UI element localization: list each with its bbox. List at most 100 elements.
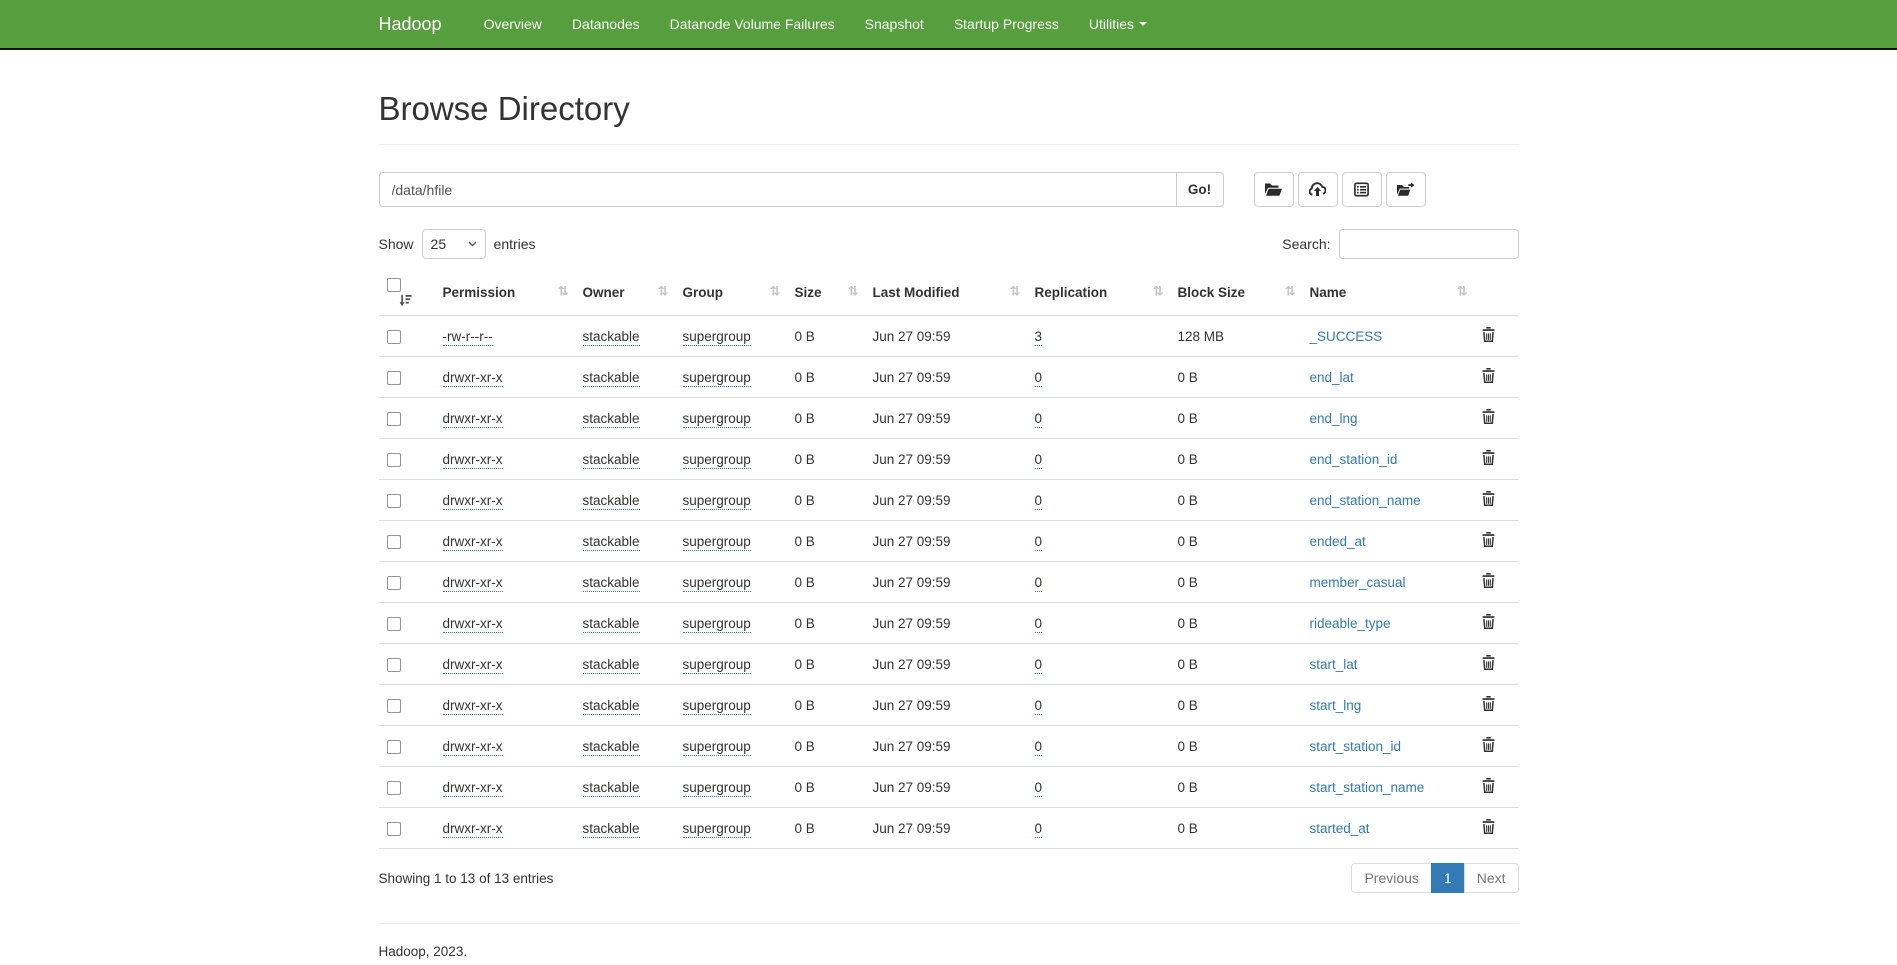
pagination-previous[interactable]: Previous	[1351, 863, 1431, 893]
column-header-last-modified[interactable]: Last Modified ⇅	[865, 269, 1027, 316]
owner-cell[interactable]: stackable	[583, 329, 640, 346]
row-checkbox[interactable]	[387, 658, 401, 672]
group-cell[interactable]: supergroup	[683, 575, 751, 592]
file-link[interactable]: start_lng	[1310, 698, 1362, 713]
replication-cell[interactable]: 0	[1035, 411, 1043, 428]
file-link[interactable]: end_lat	[1310, 370, 1354, 385]
column-header-permission[interactable]: Permission ⇅	[435, 269, 575, 316]
permission-cell[interactable]: drwxr-xr-x	[443, 411, 503, 428]
row-checkbox[interactable]	[387, 822, 401, 836]
nav-item-overview[interactable]: Overview	[469, 0, 557, 48]
owner-cell[interactable]: stackable	[583, 493, 640, 510]
delete-file-button[interactable]	[1482, 368, 1495, 386]
owner-cell[interactable]: stackable	[583, 370, 640, 387]
replication-cell[interactable]: 0	[1035, 493, 1043, 510]
group-cell[interactable]: supergroup	[683, 329, 751, 346]
delete-file-button[interactable]	[1482, 655, 1495, 673]
delete-file-button[interactable]	[1482, 450, 1495, 468]
column-header-name[interactable]: Name ⇅	[1302, 269, 1474, 316]
owner-cell[interactable]: stackable	[583, 534, 640, 551]
owner-cell[interactable]: stackable	[583, 452, 640, 469]
replication-cell[interactable]: 0	[1035, 657, 1043, 674]
delete-file-button[interactable]	[1482, 409, 1495, 427]
nav-item-snapshot[interactable]: Snapshot	[850, 0, 939, 48]
delete-file-button[interactable]	[1482, 327, 1495, 345]
file-link[interactable]: rideable_type	[1310, 616, 1391, 631]
group-cell[interactable]: supergroup	[683, 616, 751, 633]
brand-hadoop[interactable]: Hadoop	[379, 14, 457, 35]
nav-item-utilities-dropdown[interactable]: Utilities	[1074, 0, 1162, 48]
owner-cell[interactable]: stackable	[583, 821, 640, 838]
row-checkbox[interactable]	[387, 535, 401, 549]
delete-file-button[interactable]	[1482, 819, 1495, 837]
file-link[interactable]: ended_at	[1310, 534, 1366, 549]
file-link[interactable]: _SUCCESS	[1310, 329, 1383, 344]
column-header-replication[interactable]: Replication ⇅	[1027, 269, 1170, 316]
nav-item-datanodes[interactable]: Datanodes	[557, 0, 655, 48]
replication-cell[interactable]: 0	[1035, 575, 1043, 592]
file-link[interactable]: end_station_name	[1310, 493, 1421, 508]
row-checkbox[interactable]	[387, 781, 401, 795]
replication-cell[interactable]: 0	[1035, 821, 1043, 838]
column-header-select-all[interactable]	[379, 269, 435, 316]
group-cell[interactable]: supergroup	[683, 493, 751, 510]
search-input[interactable]	[1339, 229, 1519, 259]
column-header-owner[interactable]: Owner ⇅	[575, 269, 675, 316]
file-link[interactable]: started_at	[1310, 821, 1370, 836]
row-checkbox[interactable]	[387, 330, 401, 344]
group-cell[interactable]: supergroup	[683, 821, 751, 838]
row-checkbox[interactable]	[387, 494, 401, 508]
page-size-select[interactable]: 25	[422, 229, 486, 259]
upload-file-button[interactable]	[1298, 172, 1338, 207]
column-header-group[interactable]: Group ⇅	[675, 269, 787, 316]
file-link[interactable]: end_lng	[1310, 411, 1358, 426]
nav-item-startup-progress[interactable]: Startup Progress	[939, 0, 1074, 48]
file-link[interactable]: start_station_name	[1310, 780, 1425, 795]
row-checkbox[interactable]	[387, 617, 401, 631]
directory-path-input[interactable]	[379, 172, 1177, 207]
permission-cell[interactable]: drwxr-xr-x	[443, 821, 503, 838]
replication-cell[interactable]: 0	[1035, 780, 1043, 797]
group-cell[interactable]: supergroup	[683, 411, 751, 428]
permission-cell[interactable]: drwxr-xr-x	[443, 780, 503, 797]
group-cell[interactable]: supergroup	[683, 452, 751, 469]
permission-cell[interactable]: drwxr-xr-x	[443, 739, 503, 756]
row-checkbox[interactable]	[387, 699, 401, 713]
permission-cell[interactable]: drwxr-xr-x	[443, 452, 503, 469]
owner-cell[interactable]: stackable	[583, 739, 640, 756]
replication-cell[interactable]: 0	[1035, 616, 1043, 633]
group-cell[interactable]: supergroup	[683, 657, 751, 674]
replication-cell[interactable]: 0	[1035, 534, 1043, 551]
pagination-page-1[interactable]: 1	[1431, 863, 1465, 893]
owner-cell[interactable]: stackable	[583, 698, 640, 715]
file-link[interactable]: start_lat	[1310, 657, 1358, 672]
permission-cell[interactable]: drwxr-xr-x	[443, 575, 503, 592]
column-header-block-size[interactable]: Block Size ⇅	[1170, 269, 1302, 316]
pagination-next[interactable]: Next	[1464, 863, 1519, 893]
owner-cell[interactable]: stackable	[583, 575, 640, 592]
group-cell[interactable]: supergroup	[683, 739, 751, 756]
delete-file-button[interactable]	[1482, 614, 1495, 632]
file-link[interactable]: end_station_id	[1310, 452, 1398, 467]
list-alt-button[interactable]	[1342, 172, 1382, 207]
replication-cell[interactable]: 3	[1035, 329, 1043, 346]
permission-cell[interactable]: drwxr-xr-x	[443, 698, 503, 715]
delete-file-button[interactable]	[1482, 491, 1495, 509]
delete-file-button[interactable]	[1482, 696, 1495, 714]
row-checkbox[interactable]	[387, 371, 401, 385]
create-directory-button[interactable]	[1254, 172, 1294, 207]
row-checkbox[interactable]	[387, 412, 401, 426]
replication-cell[interactable]: 0	[1035, 698, 1043, 715]
permission-cell[interactable]: drwxr-xr-x	[443, 493, 503, 510]
column-header-size[interactable]: Size ⇅	[787, 269, 865, 316]
go-button[interactable]: Go!	[1176, 172, 1224, 207]
permission-cell[interactable]: drwxr-xr-x	[443, 616, 503, 633]
select-all-checkbox[interactable]	[387, 278, 401, 292]
owner-cell[interactable]: stackable	[583, 411, 640, 428]
permission-cell[interactable]: drwxr-xr-x	[443, 657, 503, 674]
owner-cell[interactable]: stackable	[583, 657, 640, 674]
cut-paste-button[interactable]	[1386, 172, 1426, 207]
replication-cell[interactable]: 0	[1035, 452, 1043, 469]
permission-cell[interactable]: drwxr-xr-x	[443, 370, 503, 387]
permission-cell[interactable]: -rw-r--r--	[443, 329, 493, 346]
